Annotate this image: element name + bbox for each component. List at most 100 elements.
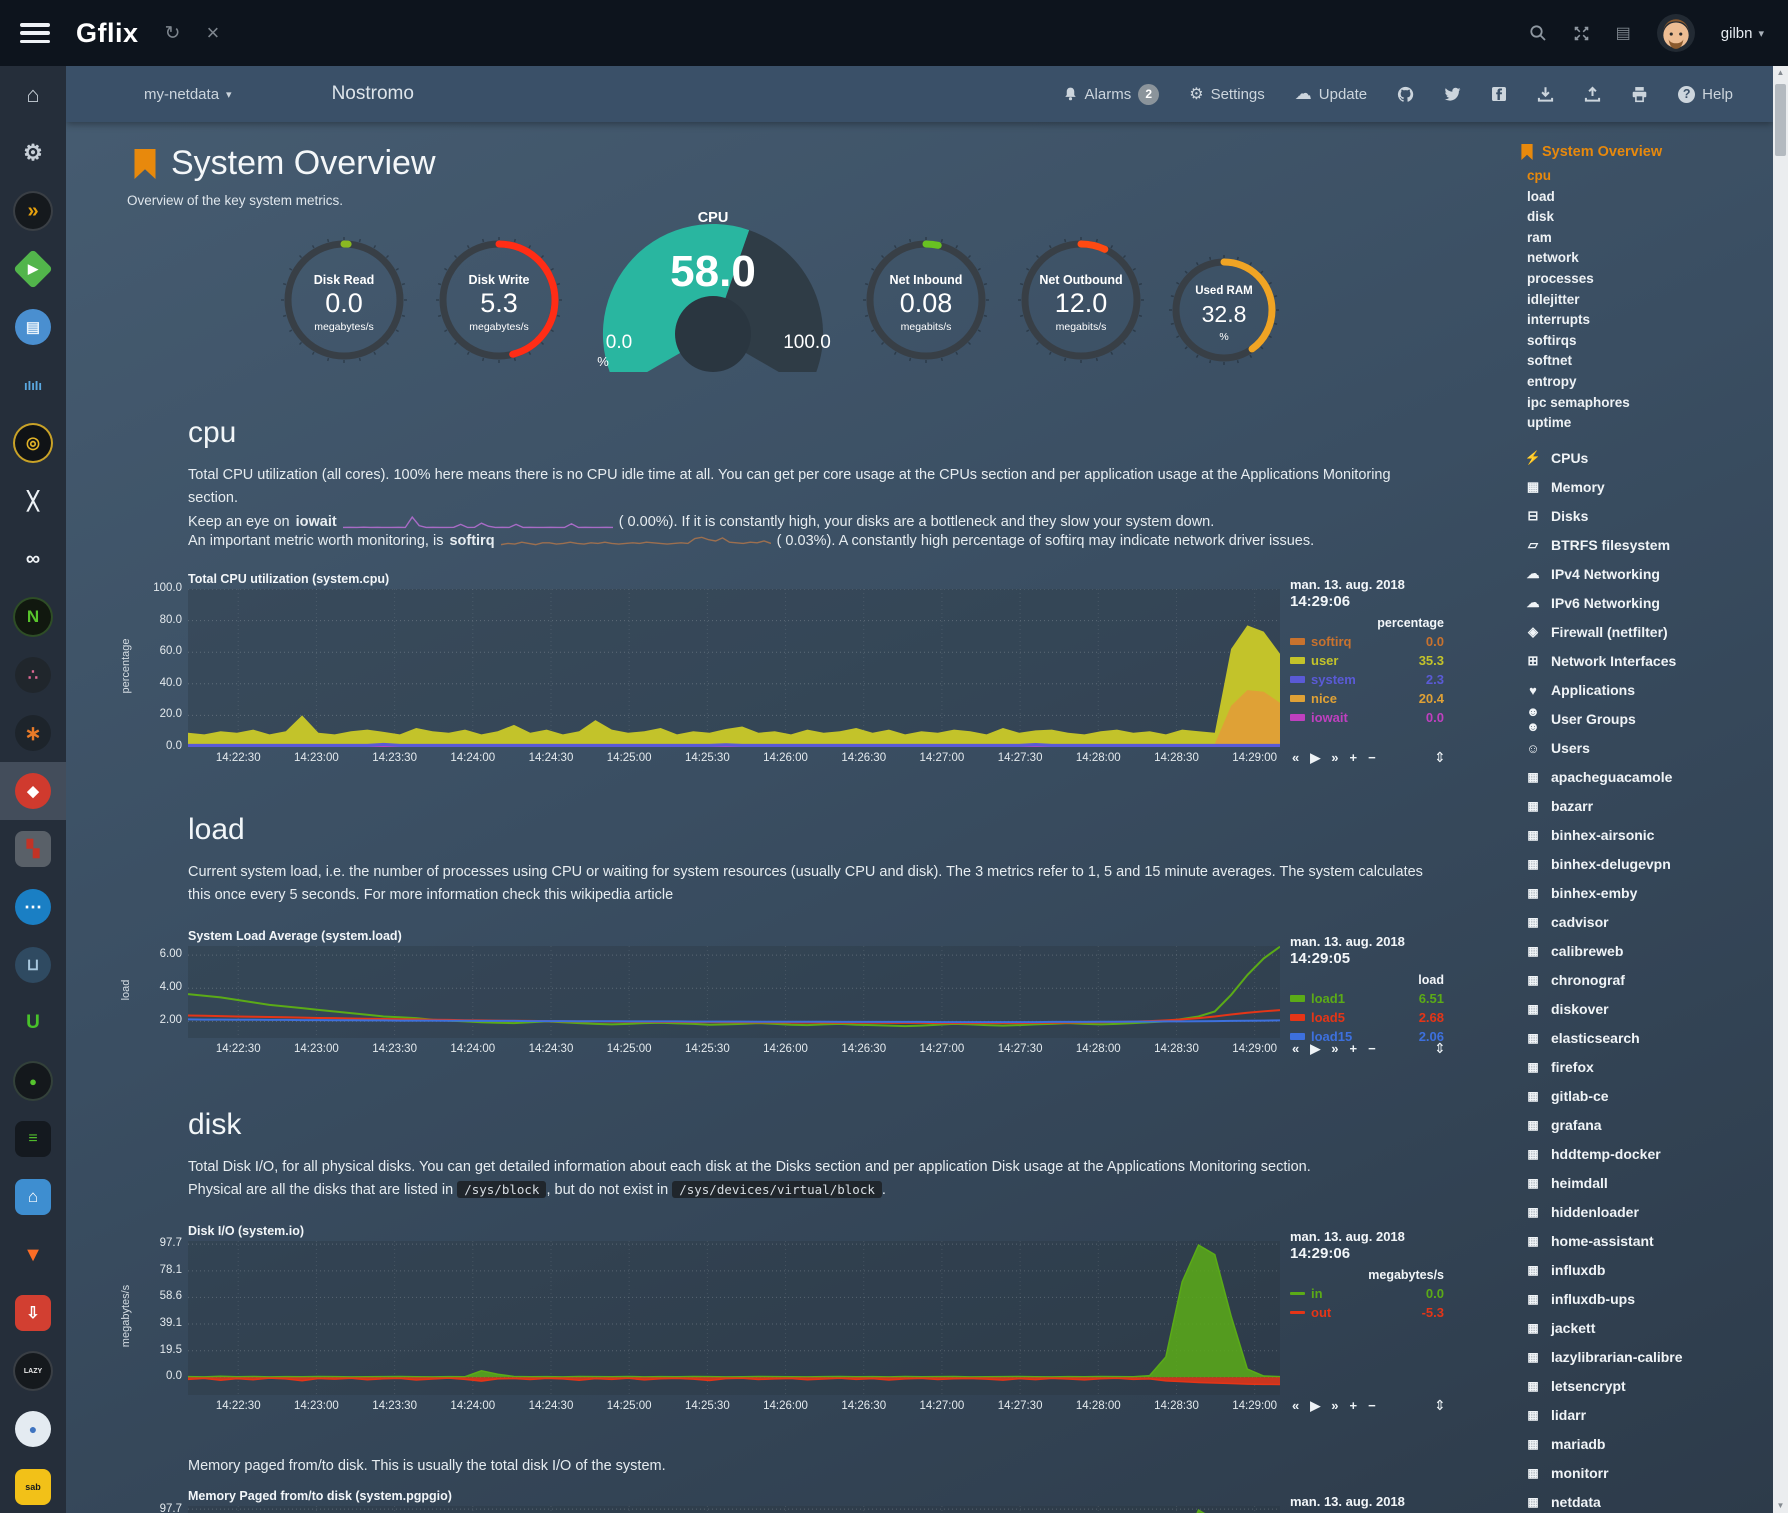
nav-system-overview[interactable]: System Overview [1521, 144, 1773, 160]
chart-toolbar-icon[interactable]: « [1292, 1398, 1299, 1414]
app-icon-16[interactable]: ⊔ [0, 936, 66, 994]
refresh-icon[interactable]: ↻ [165, 22, 181, 45]
nav-section-disks[interactable]: ⊟Disks [1521, 502, 1773, 531]
nav-item-uptime[interactable]: uptime [1527, 413, 1773, 434]
nav-section-memory[interactable]: ▦Memory [1521, 473, 1773, 502]
legend-row-in[interactable]: in0.0 [1290, 1284, 1444, 1303]
gauge-disk-read[interactable]: Disk Read 0.0 megabytes/s [280, 236, 408, 369]
chart-toolbar-icon[interactable]: » [1331, 750, 1338, 766]
app-icon-8[interactable]: ╳ [0, 472, 66, 530]
chart-toolbar-icon[interactable]: » [1331, 1398, 1338, 1414]
nav-section-firewall-netfilter-[interactable]: ◈Firewall (netfilter) [1521, 618, 1773, 647]
app-icon-12[interactable]: ∗ [0, 704, 66, 762]
nav-app-monitorr[interactable]: ▦monitorr [1521, 1459, 1773, 1488]
app-icon-17[interactable]: U [0, 994, 66, 1052]
settings-button[interactable]: ⚙ Settings [1189, 84, 1265, 104]
deluge-icon[interactable]: ● [0, 1400, 66, 1458]
hamburger-menu-icon[interactable] [20, 23, 50, 43]
alarms-button[interactable]: Alarms 2 [1063, 84, 1160, 105]
nav-app-binhex-delugevpn[interactable]: ▦binhex-delugevpn [1521, 850, 1773, 879]
scroll-up-icon[interactable]: ▲ [1773, 68, 1788, 77]
user-menu[interactable]: gilbn ▾ [1721, 25, 1764, 42]
chart-plot-area[interactable] [188, 1506, 1280, 1513]
nav-section-user-groups[interactable]: ☻☻User Groups [1521, 705, 1773, 734]
chart-toolbar-icon[interactable]: ▶ [1310, 1398, 1320, 1414]
plex-icon[interactable]: » [0, 182, 66, 240]
waveform-icon[interactable]: ıIıIı [0, 356, 66, 414]
gauge-cpu[interactable]: CPU 58.0 0.0 100.0 % [593, 202, 833, 377]
pages-icon[interactable]: ▤ [1616, 23, 1631, 43]
app-icon-19[interactable]: ≡ [0, 1110, 66, 1168]
nav-app-chronograf[interactable]: ▦chronograf [1521, 966, 1773, 995]
chart-plot-area[interactable] [188, 946, 1280, 1038]
nav-section-applications[interactable]: ♥Applications [1521, 676, 1773, 705]
app-icon-18[interactable]: ● [0, 1052, 66, 1110]
nextcloud-icon[interactable]: ⋯ [0, 878, 66, 936]
netdata-app-icon[interactable]: ◆ [0, 762, 66, 820]
nav-item-softirqs[interactable]: softirqs [1527, 331, 1773, 352]
legend-row-load1[interactable]: load16.51 [1290, 989, 1444, 1008]
nav-section-network-interfaces[interactable]: ⊞Network Interfaces [1521, 647, 1773, 676]
nav-section-ipv6-networking[interactable]: ☁IPv6 Networking [1521, 589, 1773, 618]
legend-row-out[interactable]: out-5.3 [1290, 1303, 1444, 1322]
legend-row-load5[interactable]: load52.68 [1290, 1008, 1444, 1027]
app-icon-14[interactable]: ▚ [0, 820, 66, 878]
load-chart[interactable]: System Load Average (system.load)load6.0… [188, 934, 1448, 1070]
nav-app-cadvisor[interactable]: ▦cadvisor [1521, 908, 1773, 937]
nav-item-processes[interactable]: processes [1527, 269, 1773, 290]
gitlab-icon[interactable]: ▼ [0, 1226, 66, 1284]
print-icon[interactable] [1631, 86, 1648, 103]
nav-app-gitlab-ce[interactable]: ▦gitlab-ce [1521, 1082, 1773, 1111]
nav-item-entropy[interactable]: entropy [1527, 372, 1773, 393]
chart-plot-area[interactable] [188, 589, 1280, 747]
disk-io-chart[interactable]: Disk I/O (system.io)megabytes/s97.778.15… [188, 1229, 1448, 1427]
nav-app-hiddenloader[interactable]: ▦hiddenloader [1521, 1198, 1773, 1227]
nav-app-binhex-airsonic[interactable]: ▦binhex-airsonic [1521, 821, 1773, 850]
nav-app-heimdall[interactable]: ▦heimdall [1521, 1169, 1773, 1198]
legend-row-nice[interactable]: nice20.4 [1290, 689, 1444, 708]
nav-section-ipv4-networking[interactable]: ☁IPv4 Networking [1521, 560, 1773, 589]
nav-app-calibreweb[interactable]: ▦calibreweb [1521, 937, 1773, 966]
nav-app-bazarr[interactable]: ▦bazarr [1521, 792, 1773, 821]
nav-section-cpus[interactable]: ⚡CPUs [1521, 444, 1773, 473]
nav-item-interrupts[interactable]: interrupts [1527, 310, 1773, 331]
legend-row-softirq[interactable]: softirq0.0 [1290, 632, 1444, 651]
nav-item-disk[interactable]: disk [1527, 207, 1773, 228]
nav-item-network[interactable]: network [1527, 248, 1773, 269]
chart-toolbar-icon[interactable]: « [1292, 750, 1299, 766]
close-icon[interactable]: × [206, 20, 219, 46]
search-icon[interactable] [1529, 24, 1547, 42]
update-button[interactable]: ☁ Update [1295, 84, 1367, 104]
app-icon-22[interactable]: ⇩ [0, 1284, 66, 1342]
nav-app-grafana[interactable]: ▦grafana [1521, 1111, 1773, 1140]
gauge-used-ram[interactable]: Used RAM 32.8 % [1168, 254, 1280, 371]
chart-toolbar-icon[interactable]: − [1368, 1398, 1376, 1414]
gauge-net-inbound[interactable]: Net Inbound 0.08 megabits/s [862, 236, 990, 369]
legend-row-user[interactable]: user35.3 [1290, 651, 1444, 670]
nav-app-lazylibrarian-calibre[interactable]: ▦lazylibrarian-calibre [1521, 1343, 1773, 1372]
chart-resize-handle[interactable]: ⇕ [1434, 749, 1446, 766]
nav-app-letsencrypt[interactable]: ▦letsencrypt [1521, 1372, 1773, 1401]
nav-item-softnet[interactable]: softnet [1527, 351, 1773, 372]
home-icon[interactable]: ⌂ [0, 66, 66, 124]
cpu-chart[interactable]: Total CPU utilization (system.cpu)percen… [188, 577, 1448, 779]
lazylibrarian-icon[interactable]: LAZY [0, 1342, 66, 1400]
nav-app-elasticsearch[interactable]: ▦elasticsearch [1521, 1024, 1773, 1053]
legend-row-load15[interactable]: load152.06 [1290, 1027, 1444, 1046]
gauge-net-outbound[interactable]: Net Outbound 12.0 megabits/s [1017, 236, 1145, 369]
nav-item-idlejitter[interactable]: idlejitter [1527, 290, 1773, 311]
chart-resize-handle[interactable]: ⇕ [1434, 1397, 1446, 1414]
nav-app-lidarr[interactable]: ▦lidarr [1521, 1401, 1773, 1430]
help-button[interactable]: ? Help [1678, 86, 1733, 103]
twitter-icon[interactable] [1444, 86, 1461, 103]
nzbget-icon[interactable]: N [0, 588, 66, 646]
scroll-down-icon[interactable]: ▼ [1773, 1501, 1788, 1510]
nav-app-influxdb-ups[interactable]: ▦influxdb-ups [1521, 1285, 1773, 1314]
chart-toolbar-icon[interactable]: + [1349, 750, 1357, 766]
machine-menu[interactable]: my-netdata ▾ [144, 86, 232, 103]
nav-item-cpu[interactable]: cpu [1527, 166, 1773, 187]
scrollbar-thumb[interactable] [1775, 84, 1786, 156]
pgpgio-chart[interactable]: Memory Paged from/to disk (system.pgpgio… [188, 1494, 1448, 1513]
legend-row-system[interactable]: system2.3 [1290, 670, 1444, 689]
download-icon[interactable] [1537, 86, 1554, 103]
